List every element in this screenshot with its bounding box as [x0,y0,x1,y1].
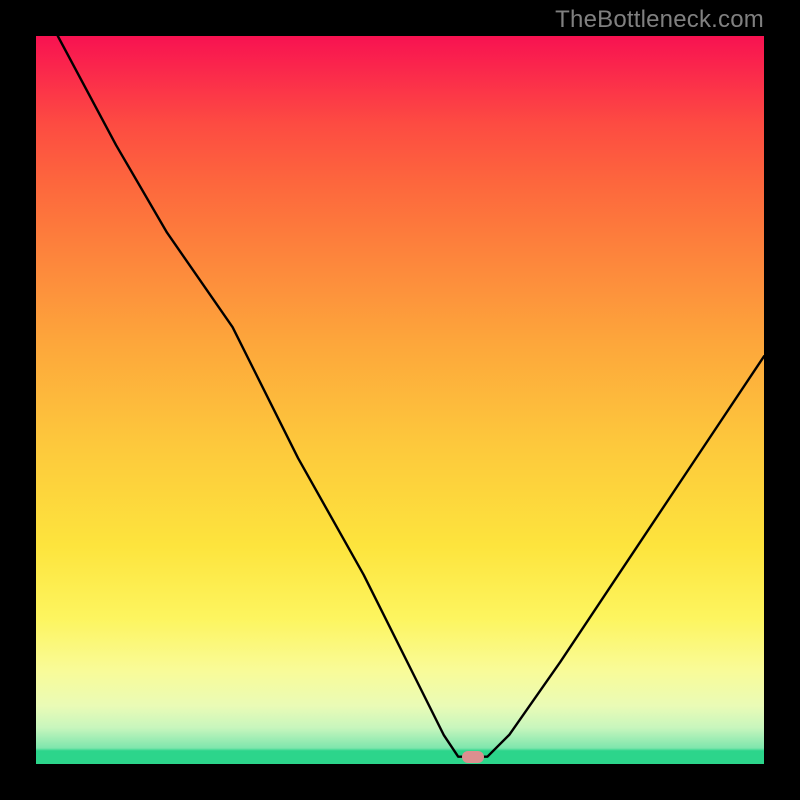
optimum-marker [462,751,484,763]
chart-frame: TheBottleneck.com [0,0,800,800]
bottleneck-curve [36,36,764,764]
plot-area [36,36,764,764]
watermark-text: TheBottleneck.com [555,6,764,34]
